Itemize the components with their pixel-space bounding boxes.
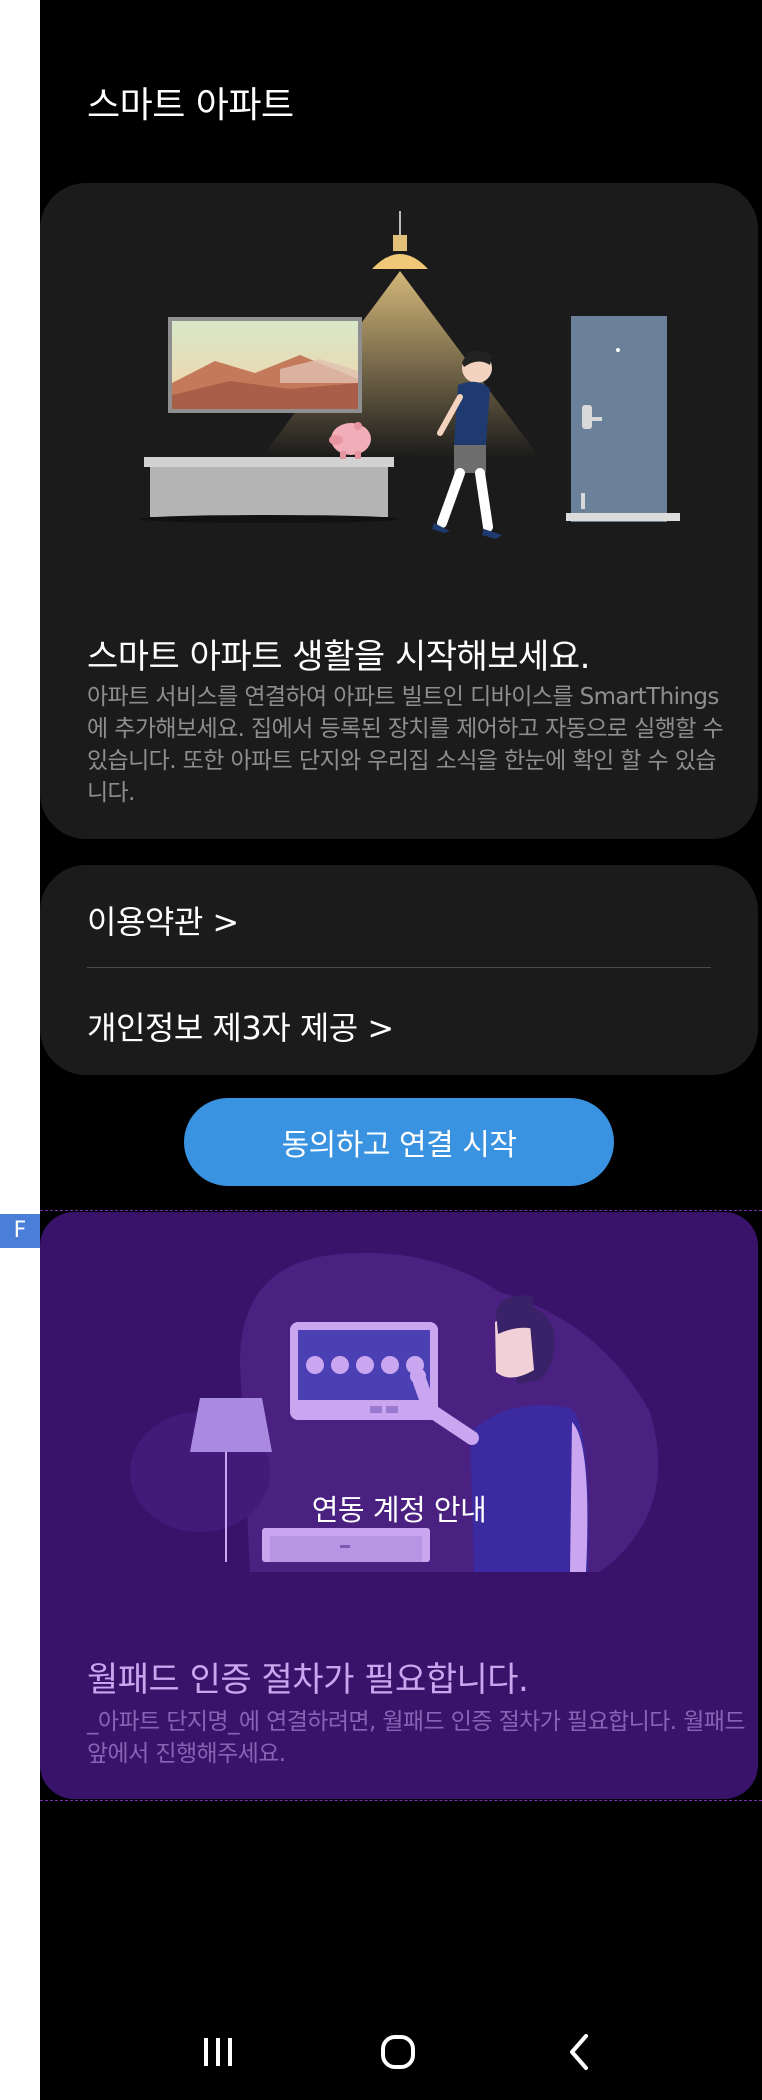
app-screen: 스마트 아파트 스마트 아파트 생활을 시작해보세요. 아파트 서비스를 연결하… — [40, 0, 762, 2100]
third-party-privacy-link[interactable]: 개인정보 제3자 제공 > — [87, 1003, 394, 1049]
home-button[interactable] — [358, 2022, 438, 2082]
back-icon — [570, 2034, 588, 2070]
agree-and-connect-button[interactable]: 동의하고 연결 시작 — [184, 1098, 614, 1186]
debug-marker: F — [0, 1214, 40, 1248]
divider — [87, 967, 711, 968]
recents-icon — [204, 2038, 232, 2066]
intro-heading: 스마트 아파트 생활을 시작해보세요. — [87, 637, 590, 677]
terms-card: 이용약관 > 개인정보 제3자 제공 > — [40, 865, 758, 1075]
illustration-caption: 연동 계정 안내 — [311, 1493, 487, 1527]
wallpad-heading: 월패드 인증 절차가 필요합니다. — [87, 1660, 529, 1700]
wallpad-description: _아파트 단지명_에 연결하려면, 월패드 인증 절차가 필요합니다. 월패드 … — [87, 1709, 745, 1767]
terms-of-use-link[interactable]: 이용약관 > — [87, 897, 239, 943]
recents-button[interactable] — [178, 2022, 258, 2082]
intro-description: 아파트 서비스를 연결하여 아파트 빌트인 디바이스를 SmartThings에… — [87, 684, 724, 806]
system-navigation-bar — [40, 2000, 762, 2100]
home-icon — [381, 2035, 415, 2069]
smart-home-illustration — [139, 211, 680, 539]
back-button[interactable] — [540, 2022, 620, 2082]
page-title: 스마트 아파트 — [87, 85, 294, 126]
intro-card: 스마트 아파트 생활을 시작해보세요. 아파트 서비스를 연결하여 아파트 빌트… — [40, 183, 758, 839]
